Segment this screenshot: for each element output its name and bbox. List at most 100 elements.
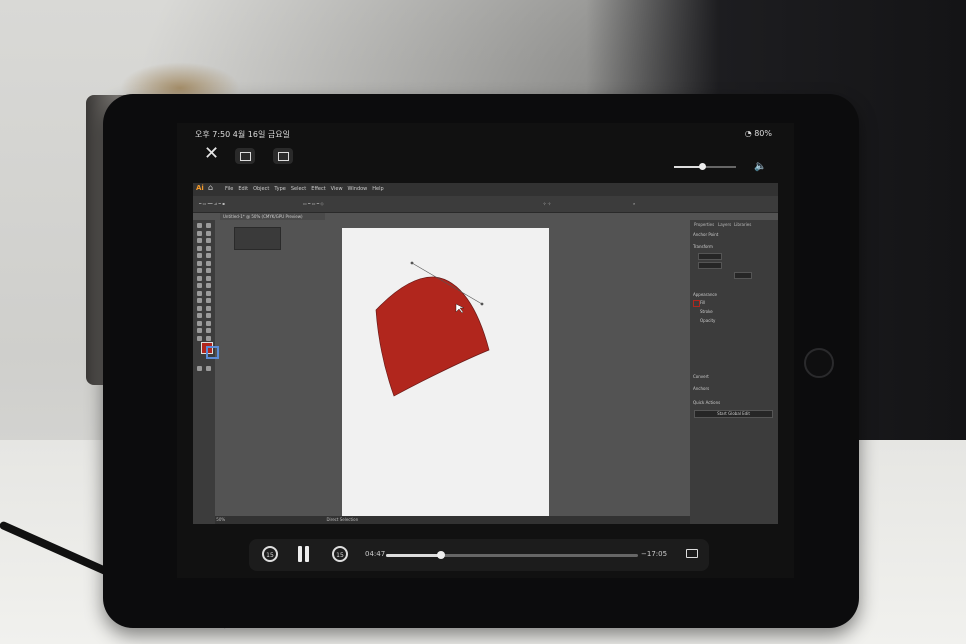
x-field[interactable] bbox=[698, 253, 722, 260]
menu-items: File Edit Object Type Select Effect View Window… bbox=[225, 186, 389, 192]
tool-icon[interactable] bbox=[206, 283, 211, 288]
artwork bbox=[375, 261, 490, 397]
search-icon[interactable]: ⌕ bbox=[633, 201, 635, 206]
section-quick-actions: Quick Actions bbox=[693, 400, 721, 405]
illustrator-window: Ai ⌂ File Edit Object Type Select Effect View W… bbox=[193, 183, 778, 524]
tool-icon[interactable] bbox=[206, 335, 211, 341]
menu-item-select[interactable]: Select bbox=[291, 186, 306, 192]
tools-panel bbox=[193, 220, 219, 524]
tool-icon[interactable] bbox=[206, 290, 211, 296]
menu-item-effect[interactable]: Effect bbox=[311, 186, 325, 192]
anchor-handle-start[interactable] bbox=[410, 261, 414, 265]
tool-icon[interactable] bbox=[197, 305, 202, 311]
zoom-level[interactable]: 50% bbox=[216, 517, 225, 522]
tool-icon[interactable] bbox=[206, 230, 211, 236]
tab-libraries[interactable]: Libraries bbox=[734, 222, 751, 227]
battery-status: ◔ 80% bbox=[744, 129, 772, 138]
menu-item-object[interactable]: Object bbox=[253, 186, 269, 192]
ipad-screen: 오후 7:50 4월 16일 금요일 ◔ 80% ✕ 🔈 Ai ⌂ File Ed… bbox=[177, 123, 794, 578]
tool-icon[interactable] bbox=[206, 223, 211, 228]
current-tool: Direct Selection bbox=[326, 517, 359, 522]
section-transform: Transform bbox=[693, 244, 713, 249]
player-controls: 15 15 04:47 −17:05 bbox=[249, 539, 709, 571]
start-global-edit-button[interactable]: Start Global Edit bbox=[694, 410, 773, 418]
y-field[interactable] bbox=[698, 262, 722, 269]
tool-icon[interactable] bbox=[197, 320, 202, 326]
scrubber-knob[interactable] bbox=[437, 551, 446, 559]
tool-icon[interactable] bbox=[206, 253, 211, 258]
tool-icon[interactable] bbox=[206, 268, 211, 273]
tool-icon[interactable] bbox=[197, 313, 202, 318]
tool-icon[interactable] bbox=[197, 335, 202, 341]
tool-icon[interactable] bbox=[206, 365, 211, 371]
control-bar: ━ ▭ ━━ ⊿ ━ ▪ ▭ ━ ▭ ━ ◇ ⊹ ⊹ ⌕ bbox=[193, 196, 778, 213]
section-appearance: Appearance bbox=[693, 292, 718, 297]
tool-icon[interactable] bbox=[206, 328, 211, 333]
properties-panel: Properties Layers Libraries Anchor Point… bbox=[690, 220, 778, 524]
airplay-icon[interactable] bbox=[686, 549, 698, 558]
remaining-time: −17:05 bbox=[641, 550, 668, 558]
menu-item-help[interactable]: Help bbox=[372, 186, 383, 192]
status-bar: 50% Direct Selection bbox=[215, 516, 690, 524]
tool-icon[interactable] bbox=[197, 260, 202, 266]
scrubber[interactable] bbox=[386, 551, 638, 559]
angle-field[interactable] bbox=[734, 272, 752, 279]
volume-slider[interactable] bbox=[674, 163, 736, 170]
elapsed-time: 04:47 bbox=[365, 550, 386, 558]
illustrator-logo: Ai bbox=[196, 184, 204, 192]
fill-label: Fill bbox=[700, 300, 706, 305]
red-shape[interactable] bbox=[375, 276, 490, 397]
stroke-swatch[interactable] bbox=[206, 346, 219, 359]
tool-icon[interactable] bbox=[197, 283, 202, 288]
battery-level: 80% bbox=[754, 129, 772, 138]
artboard bbox=[342, 228, 549, 518]
menu-item-file[interactable]: File bbox=[225, 186, 233, 192]
tool-icon[interactable] bbox=[206, 260, 211, 266]
close-icon[interactable]: ✕ bbox=[204, 145, 219, 163]
tool-icon[interactable] bbox=[206, 245, 211, 251]
stroke-label[interactable]: Stroke bbox=[700, 309, 713, 314]
tool-icon[interactable] bbox=[206, 320, 211, 326]
align-icons[interactable]: ⊹ ⊹ bbox=[543, 201, 551, 206]
tool-icon[interactable] bbox=[197, 230, 202, 236]
section-anchors: Anchors bbox=[693, 386, 710, 391]
tool-icon[interactable] bbox=[197, 298, 202, 303]
tool-icon[interactable] bbox=[197, 238, 202, 243]
volume-knob[interactable] bbox=[698, 163, 706, 170]
menu-item-window[interactable]: Window bbox=[348, 186, 368, 192]
menu-bar: Ai ⌂ File Edit Object Type Select Effect View W… bbox=[193, 183, 778, 196]
menu-item-edit[interactable]: Edit bbox=[238, 186, 248, 192]
fill-chip[interactable] bbox=[693, 300, 700, 307]
home-icon[interactable]: ⌂ bbox=[208, 183, 213, 192]
speaker-icon: 🔈 bbox=[754, 161, 767, 172]
tool-icon[interactable] bbox=[206, 238, 211, 243]
tab-layers[interactable]: Layers bbox=[718, 222, 731, 227]
tool-icon[interactable] bbox=[197, 253, 202, 258]
document-tab[interactable]: Untitled-1* @ 50% (CMYK/GPU Preview) bbox=[220, 213, 325, 220]
picture-in-picture-icon[interactable] bbox=[235, 148, 255, 164]
tool-icon[interactable] bbox=[206, 298, 211, 303]
anchor-handle-end[interactable] bbox=[480, 302, 484, 306]
menu-item-type[interactable]: Type bbox=[274, 186, 285, 192]
scrubber-fill bbox=[386, 554, 442, 557]
skip-back-icon[interactable]: 15 bbox=[262, 546, 278, 562]
pause-icon[interactable] bbox=[295, 546, 311, 562]
tool-icon[interactable] bbox=[197, 268, 202, 273]
opacity-label[interactable]: Opacity bbox=[700, 318, 715, 323]
tool-icon[interactable] bbox=[206, 275, 211, 281]
section-anchor-point: Anchor Point bbox=[693, 232, 719, 237]
tool-icon[interactable] bbox=[197, 365, 202, 371]
tool-icon[interactable] bbox=[197, 245, 202, 251]
menu-item-view[interactable]: View bbox=[331, 186, 343, 192]
tool-icon[interactable] bbox=[197, 223, 202, 228]
home-button[interactable] bbox=[804, 348, 834, 378]
control-bar-mid: ▭ ━ ▭ ━ ◇ bbox=[303, 201, 324, 206]
tool-icon[interactable] bbox=[197, 328, 202, 333]
aspect-ratio-icon[interactable] bbox=[273, 148, 293, 164]
tool-icon[interactable] bbox=[206, 313, 211, 318]
tool-icon[interactable] bbox=[197, 275, 202, 281]
skip-forward-icon[interactable]: 15 bbox=[332, 546, 348, 562]
tool-icon[interactable] bbox=[197, 290, 202, 296]
tab-properties[interactable]: Properties bbox=[694, 222, 714, 227]
tool-icon[interactable] bbox=[206, 305, 211, 311]
